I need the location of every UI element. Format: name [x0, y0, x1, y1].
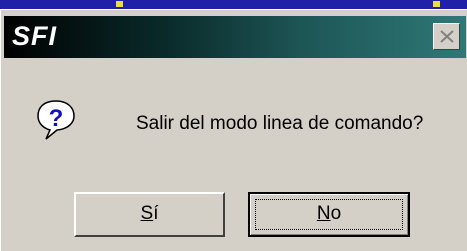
dialog-title: SFI	[12, 21, 58, 51]
yes-button[interactable]: Sí	[74, 192, 225, 237]
dialog-message: Salir del modo linea de comando?	[136, 113, 424, 134]
svg-text:?: ?	[49, 105, 64, 132]
screen: SFI ? Salir del modo linea de comando? S…	[0, 0, 467, 251]
background-marker	[433, 1, 440, 7]
focus-rectangle	[255, 199, 403, 230]
yes-button-label: í	[153, 203, 159, 224]
no-button[interactable]: No	[248, 192, 410, 237]
background-marker	[116, 1, 123, 7]
background-window-edge	[0, 0, 467, 9]
close-button[interactable]	[433, 23, 460, 50]
yes-button-mnemonic: S	[140, 203, 154, 224]
question-icon: ?	[35, 99, 77, 141]
title-bar[interactable]: SFI	[4, 16, 466, 58]
confirm-dialog: SFI ? Salir del modo linea de comando? S…	[0, 9, 467, 251]
